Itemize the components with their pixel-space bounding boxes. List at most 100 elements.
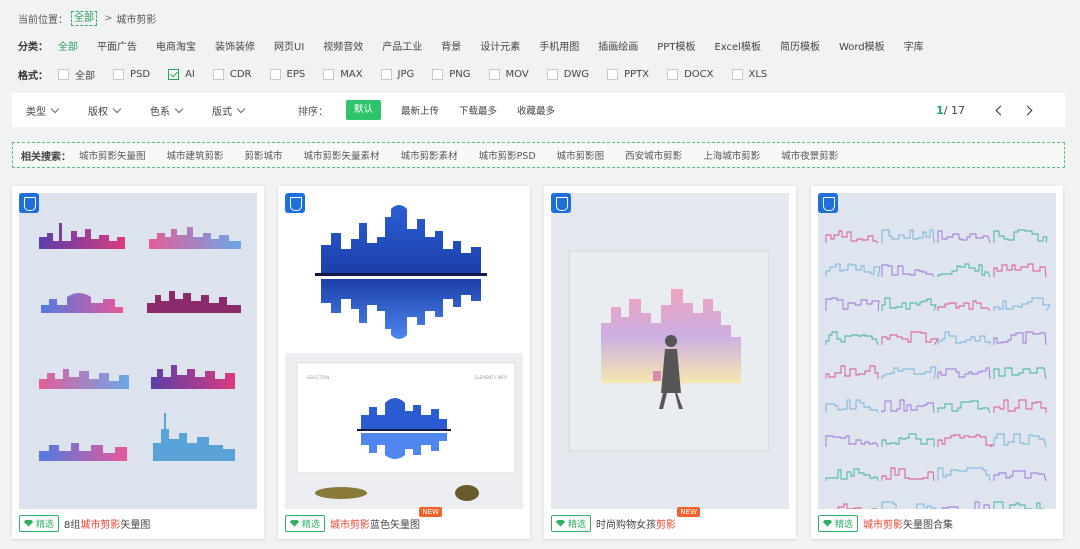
format-option-label: AI	[185, 68, 195, 80]
category-item[interactable]: 电商淘宝	[156, 42, 196, 53]
category-item[interactable]: 字库	[904, 42, 924, 53]
related-search-link[interactable]: 城市建筑剪影	[167, 148, 224, 162]
category-item[interactable]: 产品工业	[382, 42, 422, 53]
skyline-outline	[825, 365, 879, 379]
category-item[interactable]: 简历模板	[780, 42, 820, 53]
filter-dropdown[interactable]: 类型	[26, 103, 60, 118]
result-card[interactable]: 精选 8组城市剪影矢量图	[12, 186, 264, 539]
format-checkbox[interactable]	[546, 68, 558, 80]
mockup-text-right: ELEMENT / INFO	[475, 375, 507, 380]
skyline-outline	[825, 399, 879, 414]
format-option-label: 全部	[75, 70, 95, 82]
format-checkbox[interactable]	[269, 68, 281, 80]
filter-dropdown-label: 类型	[26, 106, 46, 118]
sort-option[interactable]: 收藏最多	[517, 103, 555, 117]
format-option[interactable]: JPG	[380, 68, 414, 80]
filter-dropdown[interactable]: 色系	[150, 103, 184, 118]
format-option[interactable]: AI	[168, 68, 195, 80]
format-option[interactable]: XLS	[731, 68, 767, 80]
format-option[interactable]: PPTX	[607, 68, 649, 80]
related-search-link[interactable]: 城市剪影矢量图	[79, 148, 146, 162]
card-title[interactable]: 8组城市剪影矢量图	[64, 516, 150, 531]
format-option[interactable]: DOCX	[667, 68, 714, 80]
sort-option[interactable]: 下载最多	[459, 103, 497, 117]
category-item[interactable]: Excel模板	[714, 42, 761, 53]
sort-option[interactable]: 最新上传	[401, 103, 439, 117]
card-thumbnail[interactable]	[19, 193, 257, 509]
format-checkbox[interactable]	[168, 68, 180, 80]
format-checkbox[interactable]	[113, 68, 124, 80]
card-title[interactable]: 时尚购物女孩剪影 NEW	[596, 506, 701, 531]
result-card[interactable]: SELECTION ELEMENT / INFO 精选 城市剪影蓝色矢量图 NEW	[278, 186, 530, 539]
category-item[interactable]: 背景	[441, 42, 461, 53]
card-thumbnail[interactable]	[818, 193, 1056, 509]
format-checkbox[interactable]	[432, 68, 444, 80]
format-option[interactable]: PNG	[432, 68, 471, 80]
card-thumbnail[interactable]	[551, 193, 789, 509]
category-item[interactable]: 装饰装修	[215, 42, 255, 53]
skyline-outline	[993, 297, 1051, 312]
breadcrumb-label: 当前位置：	[18, 14, 68, 26]
category-item[interactable]: 手机用图	[539, 42, 579, 53]
filter-dropdown[interactable]: 版权	[88, 103, 122, 118]
category-item[interactable]: 视频音效	[323, 42, 363, 53]
gem-icon	[24, 519, 33, 527]
related-search-link[interactable]: 剪影城市	[245, 148, 283, 162]
gem-icon	[556, 519, 565, 527]
category-item[interactable]: 设计元素	[480, 42, 520, 53]
card-title[interactable]: 城市剪影矢量图合集	[863, 516, 953, 531]
format-checkbox[interactable]	[212, 68, 224, 80]
filter-dropdown[interactable]: 版式	[212, 103, 246, 118]
format-checkbox[interactable]	[323, 68, 335, 80]
format-option-label: EPS	[286, 68, 306, 80]
category-item[interactable]: 网页UI	[274, 42, 304, 53]
format-option[interactable]: 全部	[58, 67, 95, 82]
breadcrumb-current[interactable]: 全部	[71, 10, 97, 26]
related-search-link[interactable]: 上海城市剪影	[703, 148, 760, 162]
related-search-link[interactable]: 城市剪影PSD	[479, 148, 536, 162]
skyline-outline	[881, 433, 935, 447]
related-search-link[interactable]: 城市剪影素材	[401, 148, 458, 162]
card-thumbnail[interactable]: SELECTION ELEMENT / INFO	[285, 193, 523, 509]
format-checkbox[interactable]	[58, 68, 69, 80]
format-option[interactable]: DWG	[546, 68, 589, 80]
skyline-outline	[825, 230, 879, 244]
next-page-icon[interactable]	[1022, 105, 1033, 115]
category-label: 分类：	[18, 41, 48, 53]
format-option[interactable]: MAX	[323, 68, 363, 80]
skyline-outline	[837, 503, 878, 509]
skyline-outline	[937, 230, 991, 244]
format-checkbox[interactable]	[488, 68, 500, 80]
sort-option[interactable]: 默认	[346, 100, 382, 120]
result-card[interactable]: 精选 城市剪影矢量图合集	[811, 186, 1063, 539]
related-search-link[interactable]: 城市剪影图	[557, 148, 605, 162]
skyline-outline	[937, 263, 991, 278]
prev-page-icon[interactable]	[995, 105, 1006, 115]
format-option[interactable]: EPS	[269, 68, 306, 80]
new-badge: NEW	[419, 506, 443, 517]
format-checkbox[interactable]	[380, 68, 392, 80]
skyline-set-image	[39, 223, 241, 461]
sort-label: 排序：	[298, 106, 328, 118]
category-item[interactable]: 平面广告	[97, 42, 137, 53]
format-checkbox[interactable]	[607, 68, 619, 80]
format-option[interactable]: PSD	[113, 68, 150, 80]
category-item[interactable]: PPT模板	[657, 42, 695, 53]
related-search-link[interactable]: 城市剪影矢量素材	[304, 148, 380, 162]
format-checkbox[interactable]	[667, 68, 679, 80]
filter-dropdown-label: 版权	[88, 106, 108, 118]
skyline-outline	[881, 297, 937, 312]
category-item[interactable]: 全部	[58, 42, 78, 53]
result-card[interactable]: 精选 时尚购物女孩剪影 NEW	[544, 186, 796, 539]
category-item[interactable]: Word模板	[839, 42, 885, 53]
skyline-outline	[881, 366, 937, 380]
card-title[interactable]: 城市剪影蓝色矢量图 NEW	[330, 506, 443, 531]
category-item[interactable]: 插画绘画	[598, 42, 638, 53]
related-search-link[interactable]: 西安城市剪影	[625, 148, 682, 162]
category-row: 分类： 全部 平面广告 电商淘宝 装饰装修 网页UI 视频音效 产品工业 背景 设计元素 手机用图…	[18, 36, 943, 54]
format-option[interactable]: CDR	[212, 68, 252, 80]
shield-icon	[19, 193, 39, 213]
format-checkbox[interactable]	[731, 68, 743, 80]
format-option[interactable]: MOV	[488, 68, 529, 80]
related-search-link[interactable]: 城市夜景剪影	[781, 148, 838, 162]
